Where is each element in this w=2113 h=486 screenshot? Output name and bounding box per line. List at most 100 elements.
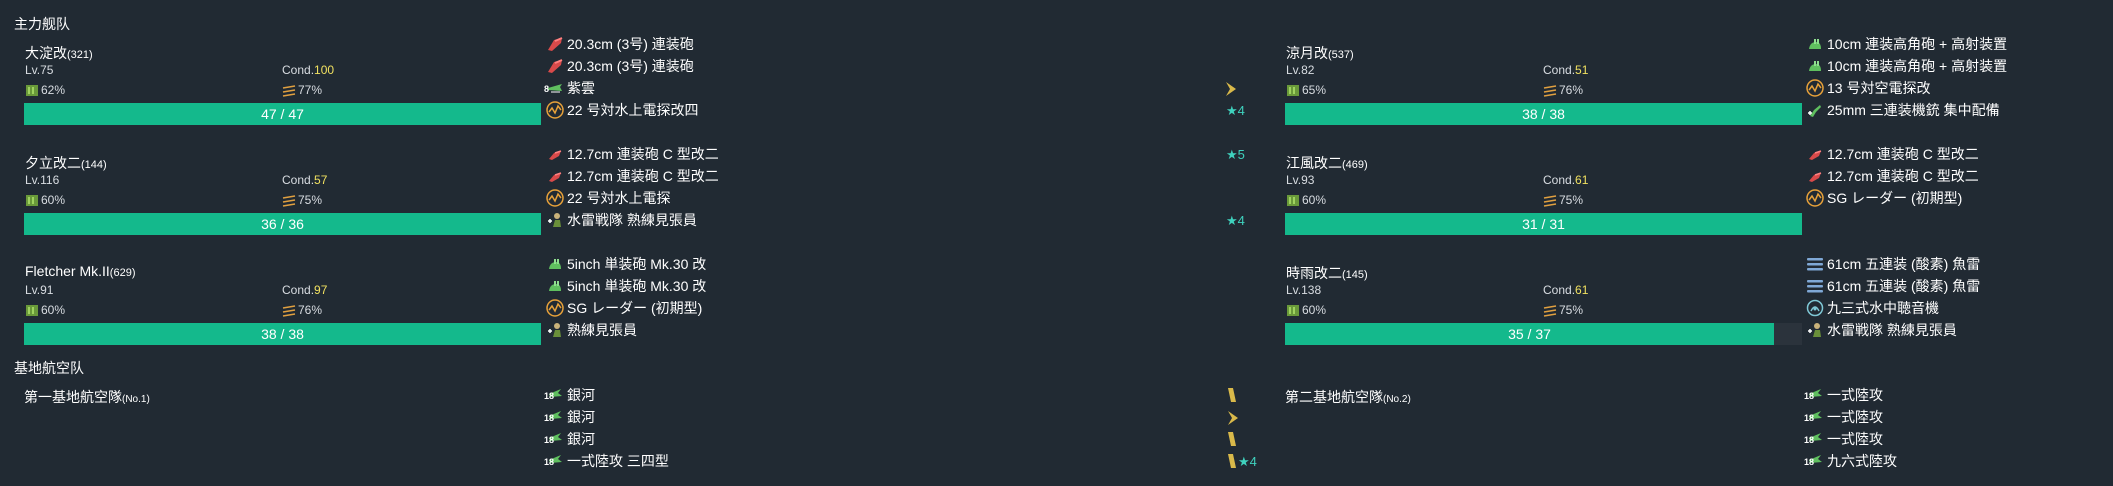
ship-name-label: Fletcher Mk.II <box>25 263 110 279</box>
cond-value: 100 <box>314 63 335 77</box>
radar-icon <box>546 101 564 119</box>
ammo-icon <box>1543 303 1557 317</box>
ammo-icon <box>282 193 296 207</box>
left-ship-2-equip-2[interactable]: SG レーダー (初期型) <box>546 297 702 319</box>
right-ship-2-name[interactable]: 時雨改二(145) <box>1286 263 1368 283</box>
right-ship-0-equip-2[interactable]: 13 号対空電探改 <box>1806 77 1930 99</box>
left-ship-0-ammo: 77% <box>282 83 322 97</box>
left-ship-1-eq-3-improvement-star: ★4 <box>1226 213 1245 228</box>
left-ship-0-name[interactable]: 大淀改(321) <box>25 43 93 63</box>
equip-name: 20.3cm (3号) 連装砲 <box>567 36 694 52</box>
left-ship-0-hp-bar: 47 / 47 <box>24 103 541 125</box>
ammo-value: 76% <box>298 303 323 317</box>
cond-value: 61 <box>1575 173 1589 187</box>
ship-name-label: 大淀改 <box>25 45 67 61</box>
base-2-plane-1[interactable]: 18 一式陸攻 <box>1804 406 1883 428</box>
right-ship-0-ammo: 76% <box>1543 83 1583 97</box>
base-1-plane-2[interactable]: 18 銀河 <box>544 428 595 450</box>
ship-name-label: 時雨改二 <box>1286 265 1342 281</box>
left-ship-0-equip-0[interactable]: 20.3cm (3号) 連装砲 <box>546 33 694 55</box>
left-ship-1-equip-1[interactable]: 12.7cm 連装砲 C 型改二 <box>546 165 719 187</box>
base-1-plane-3-improvement-star: ★4 <box>1238 454 1257 469</box>
ship-id: (537) <box>1328 49 1354 61</box>
left-ship-0-eq-2-proficiency-chevron-icon <box>1224 81 1238 97</box>
ship-name-label: 夕立改二 <box>25 155 81 171</box>
left-ship-0-equip-1[interactable]: 20.3cm (3号) 連装砲 <box>546 55 694 77</box>
equip-name: SG レーダー (初期型) <box>567 300 703 316</box>
plane-count: 18 <box>1804 391 1815 401</box>
right-ship-1-name[interactable]: 江風改二(469) <box>1286 153 1368 173</box>
base-1-label: 第一基地航空隊 <box>24 389 122 405</box>
torpedo-icon <box>1806 277 1824 295</box>
lookout-icon <box>546 321 564 339</box>
right-ship-1-hp-bar: 31 / 31 <box>1285 213 1802 235</box>
left-ship-1-equip-0[interactable]: 12.7cm 連装砲 C 型改二 <box>546 143 719 165</box>
left-ship-0-eq-3-improvement-star: ★4 <box>1226 103 1245 118</box>
ammo-value: 76% <box>1559 83 1584 97</box>
left-ship-0-level: Lv.75 <box>25 63 54 77</box>
right-ship-1-equip-1[interactable]: 12.7cm 連装砲 C 型改二 <box>1806 165 1979 187</box>
right-ship-1-equip-0[interactable]: 12.7cm 連装砲 C 型改二 <box>1806 143 1979 165</box>
plane-count: 18 <box>544 435 555 445</box>
equip-name: 10cm 連装高角砲 + 高射装置 <box>1827 58 2008 74</box>
right-ship-1-level: Lv.93 <box>1286 173 1315 187</box>
right-ship-0-equip-3[interactable]: 25mm 三連装機銃 集中配備 <box>1806 99 2000 121</box>
right-ship-0-level: Lv.82 <box>1286 63 1315 77</box>
left-ship-2-equip-0[interactable]: 5inch 単装砲 Mk.30 改 <box>546 253 706 275</box>
left-ship-1-equip-3[interactable]: 水雷戦隊 熟練見張員 <box>546 209 697 231</box>
left-ship-0-equip-3[interactable]: 22 号対水上電探改四 <box>546 99 698 121</box>
left-ship-2-name[interactable]: Fletcher Mk.II(629) <box>25 263 135 279</box>
plane-name: 一式陸攻 三四型 <box>567 453 669 469</box>
base-1-no: (No.1) <box>122 394 150 405</box>
fuel-icon <box>25 303 39 317</box>
left-ship-1-hp-bar: 36 / 36 <box>24 213 541 235</box>
left-ship-2-equip-1[interactable]: 5inch 単装砲 Mk.30 改 <box>546 275 706 297</box>
base-2-plane-0[interactable]: 18 一式陸攻 <box>1804 384 1883 406</box>
ship-id: (629) <box>109 267 136 279</box>
plane-name: 銀河 <box>567 431 595 447</box>
torpedo-icon <box>1806 255 1824 273</box>
right-ship-2-equip-3[interactable]: 水雷戦隊 熟練見張員 <box>1806 319 1957 341</box>
ship-id: (469) <box>1342 159 1368 171</box>
equip-name: 12.7cm 連装砲 C 型改二 <box>567 168 719 184</box>
left-ship-2-ammo: 76% <box>282 303 322 317</box>
base-1-plane-2-proficiency-bar-icon <box>1226 431 1238 447</box>
right-ship-0-equip-1[interactable]: 10cm 連装高角砲 + 高射装置 <box>1806 55 2007 77</box>
base-1-name[interactable]: 第一基地航空隊(No.1) <box>24 387 150 407</box>
base-1-plane-0[interactable]: 18 銀河 <box>544 384 595 406</box>
left-ship-0-equip-2[interactable]: 8 紫雲 <box>544 77 595 99</box>
base-2-plane-3[interactable]: 18 九六式陸攻 <box>1804 450 1897 472</box>
left-ship-2-equip-3[interactable]: 熟練見張員 <box>546 319 637 341</box>
equip-name: 20.3cm (3号) 連装砲 <box>567 58 694 74</box>
left-ship-1-name[interactable]: 夕立改二(144) <box>25 153 107 173</box>
right-ship-1-cond: Cond.61 <box>1543 173 1588 187</box>
fuel-icon <box>1286 303 1300 317</box>
left-ship-2-cond: Cond.97 <box>282 283 327 297</box>
left-ship-2-level: Lv.91 <box>25 283 54 297</box>
fuel-value: 62% <box>41 83 66 97</box>
base-1-plane-3[interactable]: 18 一式陸攻 三四型 <box>544 450 669 472</box>
right-ship-1-equip-2[interactable]: SG レーダー (初期型) <box>1806 187 1962 209</box>
equip-name: 九三式水中聴音機 <box>1827 300 1939 316</box>
green-gun-icon <box>1806 57 1824 75</box>
base-2-plane-2[interactable]: 18 一式陸攻 <box>1804 428 1883 450</box>
radar-icon <box>1806 189 1824 207</box>
right-ship-0-name[interactable]: 涼月改(537) <box>1286 43 1354 63</box>
equip-name: 25mm 三連装機銃 集中配備 <box>1827 102 2000 118</box>
equip-name: 13 号対空電探改 <box>1827 80 1931 96</box>
equip-name: 水雷戦隊 熟練見張員 <box>567 212 697 228</box>
right-ship-2-equip-2[interactable]: 九三式水中聴音機 <box>1806 297 1939 319</box>
air-base-title: 基地航空队 <box>14 360 84 376</box>
base-2-label: 第二基地航空隊 <box>1285 389 1383 405</box>
fuel-icon <box>25 193 39 207</box>
plane-name: 銀河 <box>567 387 595 403</box>
plane-count: 18 <box>544 457 555 467</box>
cond-value: 57 <box>314 173 328 187</box>
right-ship-2-equip-0[interactable]: 61cm 五連装 (酸素) 魚雷 <box>1806 253 1980 275</box>
base-2-name[interactable]: 第二基地航空隊(No.2) <box>1285 387 1411 407</box>
left-ship-1-equip-2[interactable]: 22 号対水上電探 <box>546 187 670 209</box>
right-ship-2-equip-1[interactable]: 61cm 五連装 (酸素) 魚雷 <box>1806 275 1980 297</box>
base-1-plane-1[interactable]: 18 銀河 <box>544 406 595 428</box>
plane-icon: 18 <box>1804 452 1824 470</box>
right-ship-0-equip-0[interactable]: 10cm 連装高角砲 + 高射装置 <box>1806 33 2007 55</box>
